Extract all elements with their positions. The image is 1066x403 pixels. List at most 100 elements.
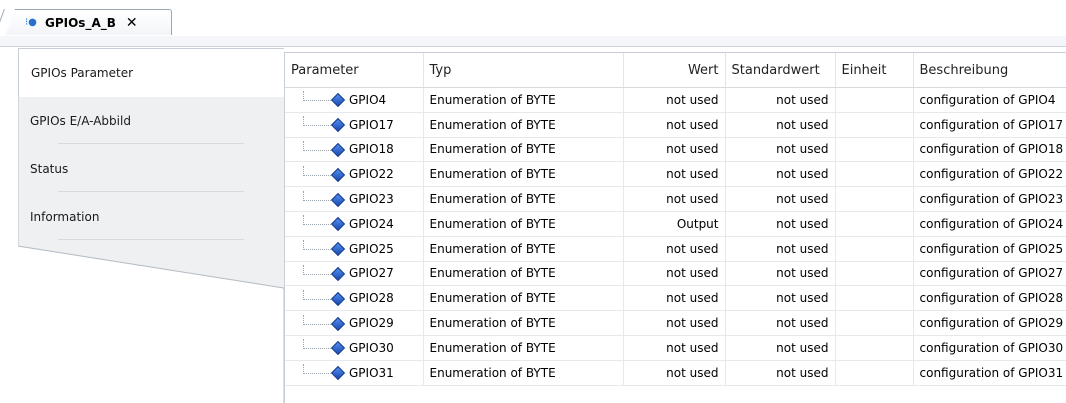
standardwert-cell: not used (725, 87, 836, 113)
beschreibung-cell: configuration of GPIO29 (913, 310, 1066, 336)
wert-cell[interactable]: not used (623, 261, 726, 287)
parameter-diamond-icon (330, 266, 346, 282)
beschreibung-cell: configuration of GPIO18 (913, 137, 1066, 163)
beschreibung-cell: configuration of GPIO28 (913, 285, 1066, 312)
typ-cell: Enumeration of BYTE (423, 310, 624, 336)
parameter-cell[interactable]: GPIO23 (285, 186, 424, 212)
nav-separator (58, 143, 244, 144)
table-row[interactable]: GPIO25 Enumeration of BYTE not used not use… (285, 236, 1066, 262)
nav-item-label: Status (30, 162, 69, 176)
table-row[interactable]: GPIO24 Enumeration of BYTE Output not used c… (285, 211, 1066, 237)
tree-connector-icon (303, 264, 331, 275)
typ-cell: Enumeration of BYTE (423, 137, 624, 163)
parameter-table: Parameter Typ Wert Standardwert Einheit … (285, 53, 1066, 386)
standardwert-cell: not used (725, 137, 836, 163)
parameter-cell[interactable]: GPIO18 (285, 137, 424, 163)
standardwert-cell: not used (725, 211, 836, 237)
column-header-einheit[interactable]: Einheit (835, 53, 914, 88)
parameter-cell[interactable]: GPIO30 (285, 335, 424, 361)
wert-cell[interactable]: not used (623, 161, 726, 188)
column-header-parameter[interactable]: Parameter (285, 53, 424, 88)
typ-cell: Enumeration of BYTE (423, 285, 624, 312)
tree-connector-icon (303, 240, 331, 251)
nav-item-label: GPIOs E/A-Abbild (30, 114, 131, 128)
parameter-cell[interactable]: GPIO24 (285, 211, 424, 237)
wert-cell[interactable]: not used (623, 137, 726, 163)
table-row[interactable]: GPIO28 Enumeration of BYTE not used not use… (285, 285, 1066, 312)
device-editor-nav: GPIOs Parameter GPIOs E/A-Abbild Status … (18, 46, 284, 403)
tree-connector-icon (303, 91, 331, 102)
column-header-wert[interactable]: Wert (623, 53, 726, 88)
parameter-cell[interactable]: GPIO17 (285, 112, 424, 138)
parameter-name: GPIO30 (349, 340, 394, 355)
einheit-cell (835, 137, 914, 163)
table-row[interactable]: GPIO30 Enumeration of BYTE not used not use… (285, 335, 1066, 361)
tree-connector-icon (303, 339, 331, 350)
typ-cell: Enumeration of BYTE (423, 236, 624, 262)
parameter-diamond-icon (330, 341, 346, 356)
beschreibung-cell: configuration of GPIO30 (913, 335, 1066, 361)
table-row[interactable]: GPIO18 Enumeration of BYTE not used not use… (285, 137, 1066, 163)
wert-cell[interactable]: not used (623, 112, 726, 138)
wert-cell[interactable]: not used (623, 285, 726, 312)
column-header-typ[interactable]: Typ (423, 53, 624, 88)
wert-cell[interactable]: not used (623, 236, 726, 262)
einheit-cell (835, 87, 914, 113)
nav-separator (58, 191, 244, 192)
table-row[interactable]: GPIO31 Enumeration of BYTE not used not use… (285, 360, 1066, 386)
typ-cell: Enumeration of BYTE (423, 261, 624, 287)
parameter-cell[interactable]: GPIO31 (285, 360, 424, 386)
einheit-cell (835, 112, 914, 138)
table-row[interactable]: GPIO27 Enumeration of BYTE not used not use… (285, 261, 1066, 287)
table-row[interactable]: GPIO23 Enumeration of BYTE not used not use… (285, 186, 1066, 212)
table-header-row: Parameter Typ Wert Standardwert Einheit … (285, 53, 1066, 88)
parameter-name: GPIO31 (349, 365, 394, 380)
parameter-diamond-icon (330, 118, 346, 133)
table-row[interactable]: GPIO22 Enumeration of BYTE not used not use… (285, 161, 1066, 188)
beschreibung-cell: configuration of GPIO25 (913, 236, 1066, 262)
nav-item-information[interactable]: Information (18, 193, 284, 242)
standardwert-cell: not used (725, 310, 836, 336)
parameter-cell[interactable]: GPIO4 (285, 87, 424, 113)
typ-cell: Enumeration of BYTE (423, 211, 624, 237)
tree-connector-icon (303, 165, 331, 176)
wert-cell[interactable]: not used (623, 186, 726, 212)
parameter-cell[interactable]: GPIO28 (285, 285, 424, 312)
wert-cell[interactable]: Output (623, 211, 726, 237)
parameter-grid: Parameter Typ Wert Standardwert Einheit … (284, 52, 1066, 403)
standardwert-cell: not used (725, 360, 836, 386)
parameter-cell[interactable]: GPIO27 (285, 261, 424, 287)
nav-item-status[interactable]: Status (18, 145, 284, 194)
typ-cell: Enumeration of BYTE (423, 161, 624, 188)
nav-item-gpios-ea-abbild[interactable]: GPIOs E/A-Abbild (18, 97, 284, 146)
table-row[interactable]: GPIO17 Enumeration of BYTE not used not use… (285, 112, 1066, 138)
column-header-beschreibung[interactable]: Beschreibung (913, 53, 1066, 88)
wert-cell[interactable]: not used (623, 360, 726, 386)
parameter-cell[interactable]: GPIO29 (285, 310, 424, 336)
parameter-name: GPIO22 (349, 167, 394, 182)
wert-cell[interactable]: not used (623, 335, 726, 361)
parameter-diamond-icon (330, 291, 346, 306)
typ-cell: Enumeration of BYTE (423, 87, 624, 113)
typ-cell: Enumeration of BYTE (423, 112, 624, 138)
table-row[interactable]: GPIO29 Enumeration of BYTE not used not use… (285, 310, 1066, 336)
beschreibung-cell: configuration of GPIO31 (913, 360, 1066, 386)
wert-cell[interactable]: not used (623, 310, 726, 336)
typ-cell: Enumeration of BYTE (423, 186, 624, 212)
column-header-standardwert[interactable]: Standardwert (725, 53, 836, 88)
wert-cell[interactable]: not used (623, 87, 726, 113)
parameter-name: GPIO29 (349, 316, 394, 331)
einheit-cell (835, 236, 914, 262)
parameter-cell[interactable]: GPIO22 (285, 161, 424, 188)
standardwert-cell: not used (725, 186, 836, 212)
parameter-name: GPIO23 (349, 192, 394, 207)
parameter-diamond-icon (330, 192, 346, 207)
standardwert-cell: not used (725, 261, 836, 287)
tab-gpios-a-b[interactable]: ⁝● GPIOs_A_B ✕ (4, 9, 172, 35)
close-icon[interactable]: ✕ (126, 15, 138, 31)
beschreibung-cell: configuration of GPIO23 (913, 186, 1066, 212)
beschreibung-cell: configuration of GPIO27 (913, 261, 1066, 287)
nav-item-gpios-parameter[interactable]: GPIOs Parameter (18, 48, 284, 97)
table-row[interactable]: GPIO4 Enumeration of BYTE not used not used… (285, 87, 1066, 113)
parameter-cell[interactable]: GPIO25 (285, 236, 424, 262)
